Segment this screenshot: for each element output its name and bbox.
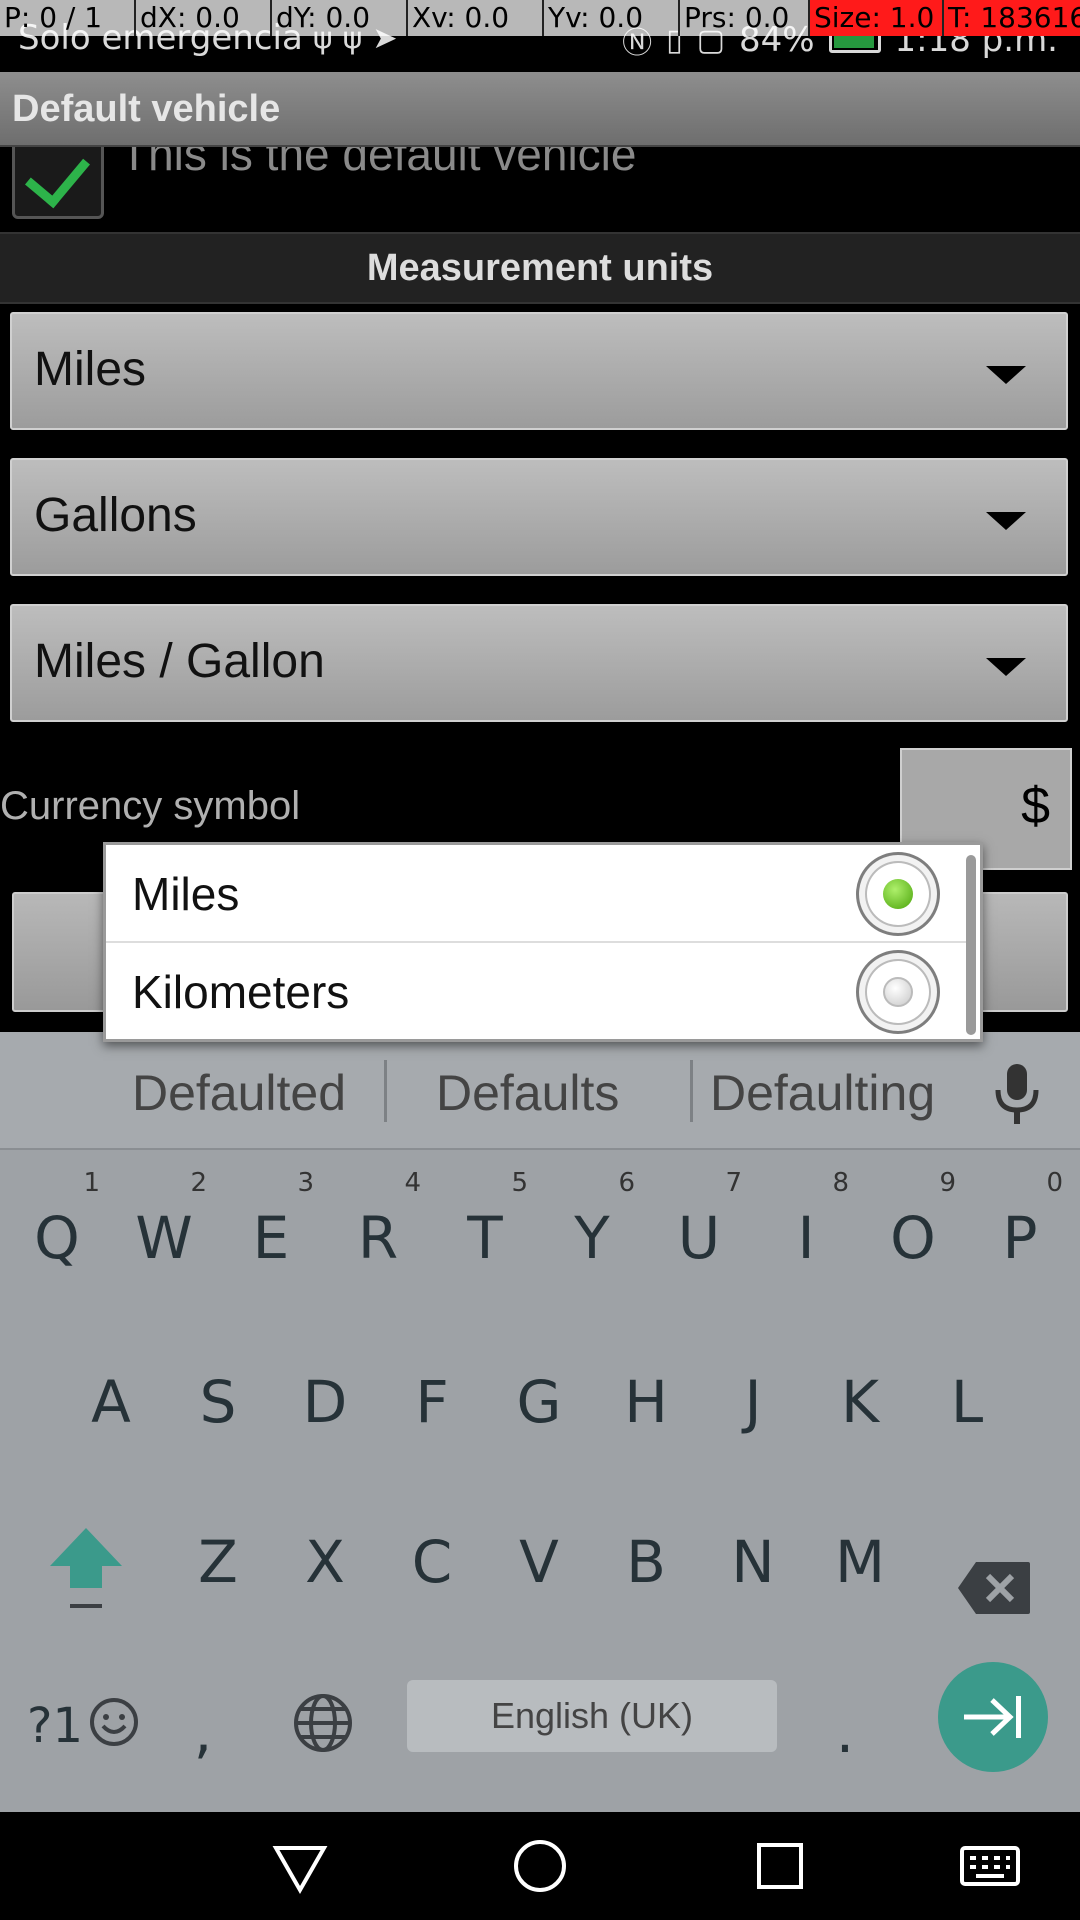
comma-key[interactable]: , [168, 1662, 238, 1792]
key-l[interactable]: L [914, 1332, 1020, 1462]
globe-icon[interactable] [292, 1692, 354, 1754]
key-hint: 0 [1046, 1168, 1063, 1198]
key-i[interactable]: I8 [753, 1168, 859, 1298]
key-e[interactable]: E3 [218, 1168, 324, 1298]
key-j[interactable]: J [700, 1332, 806, 1462]
radio-button-unselected[interactable] [856, 950, 940, 1034]
key-hint: 4 [404, 1168, 421, 1198]
home-icon[interactable] [510, 1836, 570, 1896]
key-q[interactable]: Q1 [4, 1168, 110, 1298]
consumption-unit-spinner[interactable]: Miles / Gallon [10, 604, 1068, 722]
microphone-icon[interactable] [992, 1062, 1042, 1126]
navigation-bar [0, 1812, 1080, 1920]
suggestion-strip: Defaulted Defaults Defaulting [0, 1032, 1080, 1150]
distance-unit-spinner[interactable]: Miles [10, 312, 1068, 430]
key-c[interactable]: C [379, 1492, 485, 1622]
key-n[interactable]: N [700, 1492, 806, 1622]
key-k[interactable]: K [807, 1332, 913, 1462]
debug-prs: Prs: 0.0 [680, 0, 810, 36]
default-vehicle-checkbox[interactable] [12, 147, 104, 219]
key-h[interactable]: H [593, 1332, 699, 1462]
key-d[interactable]: D [272, 1332, 378, 1462]
suggestion-divider [690, 1060, 693, 1122]
key-v[interactable]: V [486, 1492, 592, 1622]
action-bar: Default vehicle [0, 72, 1080, 147]
suggestion-1[interactable]: Defaulted [132, 1064, 346, 1122]
debug-dx: dX: 0.0 [136, 0, 272, 36]
next-key[interactable] [938, 1662, 1048, 1772]
key-u[interactable]: U7 [646, 1168, 752, 1298]
key-x[interactable]: X [272, 1492, 378, 1622]
popup-scrollbar[interactable] [966, 855, 976, 1035]
dropdown-arrow-icon [986, 366, 1026, 384]
backspace-icon[interactable] [956, 1560, 1032, 1616]
shift-icon[interactable] [46, 1522, 126, 1618]
debug-yv: Yv: 0.0 [544, 0, 680, 36]
key-f[interactable]: F [379, 1332, 485, 1462]
emoji-icon[interactable] [88, 1696, 140, 1748]
section-header-measurement-units: Measurement units [0, 232, 1080, 304]
debug-pointer: P: 0 / 1 [0, 0, 136, 36]
back-icon[interactable] [270, 1836, 330, 1896]
consumption-unit-value: Miles / Gallon [34, 635, 325, 688]
page-title: Default vehicle [12, 88, 281, 130]
recents-icon[interactable] [750, 1836, 810, 1896]
suggestion-3[interactable]: Defaulting [710, 1064, 935, 1122]
key-hint: 1 [83, 1168, 100, 1198]
key-hint: 7 [725, 1168, 742, 1198]
key-hint: 9 [939, 1168, 956, 1198]
key-s[interactable]: S [165, 1332, 271, 1462]
key-hint: 2 [190, 1168, 207, 1198]
distance-unit-value: Miles [34, 343, 147, 396]
key-hint: 5 [511, 1168, 528, 1198]
key-y[interactable]: Y6 [539, 1168, 645, 1298]
volume-unit-value: Gallons [34, 489, 197, 542]
key-b[interactable]: B [593, 1492, 699, 1622]
key-a[interactable]: A [58, 1332, 164, 1462]
debug-touch: T: 183616 [944, 0, 1080, 36]
dropdown-arrow-icon [986, 658, 1026, 676]
dropdown-arrow-icon [986, 512, 1026, 530]
popup-option-label: Kilometers [132, 966, 350, 1018]
volume-unit-spinner[interactable]: Gallons [10, 458, 1068, 576]
key-hint: 3 [297, 1168, 314, 1198]
currency-label: Currency symbol [0, 784, 301, 828]
key-w[interactable]: W2 [111, 1168, 217, 1298]
key-t[interactable]: T5 [432, 1168, 538, 1298]
currency-value: $ [1021, 777, 1050, 835]
key-g[interactable]: G [486, 1332, 592, 1462]
symbols-key[interactable]: ?1 [20, 1662, 90, 1792]
default-vehicle-label: This is the default vehicle [120, 147, 637, 180]
period-key[interactable]: . [810, 1662, 880, 1792]
key-z[interactable]: Z [165, 1492, 271, 1622]
space-bar[interactable]: English (UK) [407, 1680, 777, 1752]
pointer-debug-overlay: P: 0 / 1 dX: 0.0 dY: 0.0 Xv: 0.0 Yv: 0.0… [0, 0, 1080, 36]
radio-button-selected[interactable] [856, 852, 940, 936]
unit-selection-popup: Miles Kilometers [103, 842, 983, 1042]
key-hint: 6 [618, 1168, 635, 1198]
default-vehicle-row[interactable]: This is the default vehicle [0, 147, 1080, 229]
popup-option-label: Miles [132, 868, 240, 920]
keyboard-switch-icon[interactable] [958, 1836, 1022, 1896]
key-p[interactable]: P0 [967, 1168, 1073, 1298]
popup-option-miles[interactable]: Miles [106, 845, 966, 941]
suggestion-divider [384, 1060, 387, 1122]
key-r[interactable]: R4 [325, 1168, 431, 1298]
debug-size: Size: 1.0 [810, 0, 944, 36]
key-hint: 8 [832, 1168, 849, 1198]
suggestion-2[interactable]: Defaults [436, 1064, 619, 1122]
key-o[interactable]: O9 [860, 1168, 966, 1298]
soft-keyboard: Defaulted Defaults Defaulting Q1W2E3R4T5… [0, 1032, 1080, 1812]
next-arrow-icon [964, 1696, 1021, 1738]
key-m[interactable]: M [807, 1492, 913, 1622]
popup-option-kilometers[interactable]: Kilometers [106, 941, 966, 1037]
debug-xv: Xv: 0.0 [408, 0, 544, 36]
debug-dy: dY: 0.0 [272, 0, 408, 36]
